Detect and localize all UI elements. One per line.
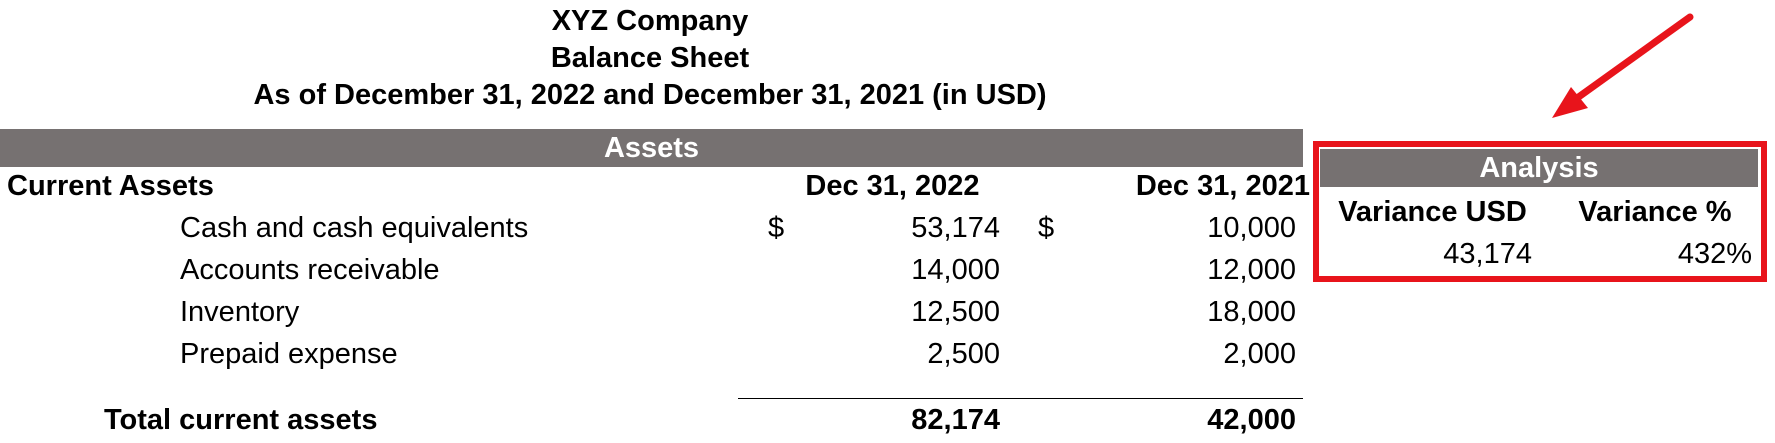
total-current-assets-2022: 82,174 <box>911 404 1000 436</box>
currency-symbol-2021: $ <box>1038 212 1055 244</box>
prepaid-expense-2022: 2,500 <box>927 338 1000 370</box>
currency-symbol-2022: $ <box>768 212 785 244</box>
column-header-2022: Dec 31, 2022 <box>805 170 980 202</box>
cash-2022: 53,174 <box>911 212 1000 244</box>
row-label-total-current-assets: Total current assets <box>104 404 378 436</box>
subtotal-rule <box>738 398 1303 399</box>
row-label-cash: Cash and cash equivalents <box>180 212 529 244</box>
prepaid-expense-2021: 2,000 <box>1223 338 1296 370</box>
current-assets-label: Current Assets <box>7 170 214 202</box>
row-label-inventory: Inventory <box>180 296 300 328</box>
inventory-2022: 12,500 <box>911 296 1000 328</box>
inventory-2021: 18,000 <box>1207 296 1296 328</box>
statement-period: As of December 31, 2022 and December 31,… <box>253 79 1047 111</box>
statement-title: Balance Sheet <box>550 42 750 74</box>
cash-2021: 10,000 <box>1207 212 1296 244</box>
accounts-receivable-2022: 14,000 <box>911 254 1000 286</box>
company-name: XYZ Company <box>551 5 749 37</box>
row-label-prepaid-expense: Prepaid expense <box>180 338 398 370</box>
analysis-highlight-box <box>1313 141 1767 282</box>
annotation-arrow-icon <box>1552 13 1694 118</box>
assets-section-header: Assets <box>0 129 1303 167</box>
total-current-assets-2021: 42,000 <box>1207 404 1296 436</box>
row-label-accounts-receivable: Accounts receivable <box>180 254 440 286</box>
accounts-receivable-2021: 12,000 <box>1207 254 1296 286</box>
column-header-2021: Dec 31, 2021 <box>1135 170 1310 202</box>
